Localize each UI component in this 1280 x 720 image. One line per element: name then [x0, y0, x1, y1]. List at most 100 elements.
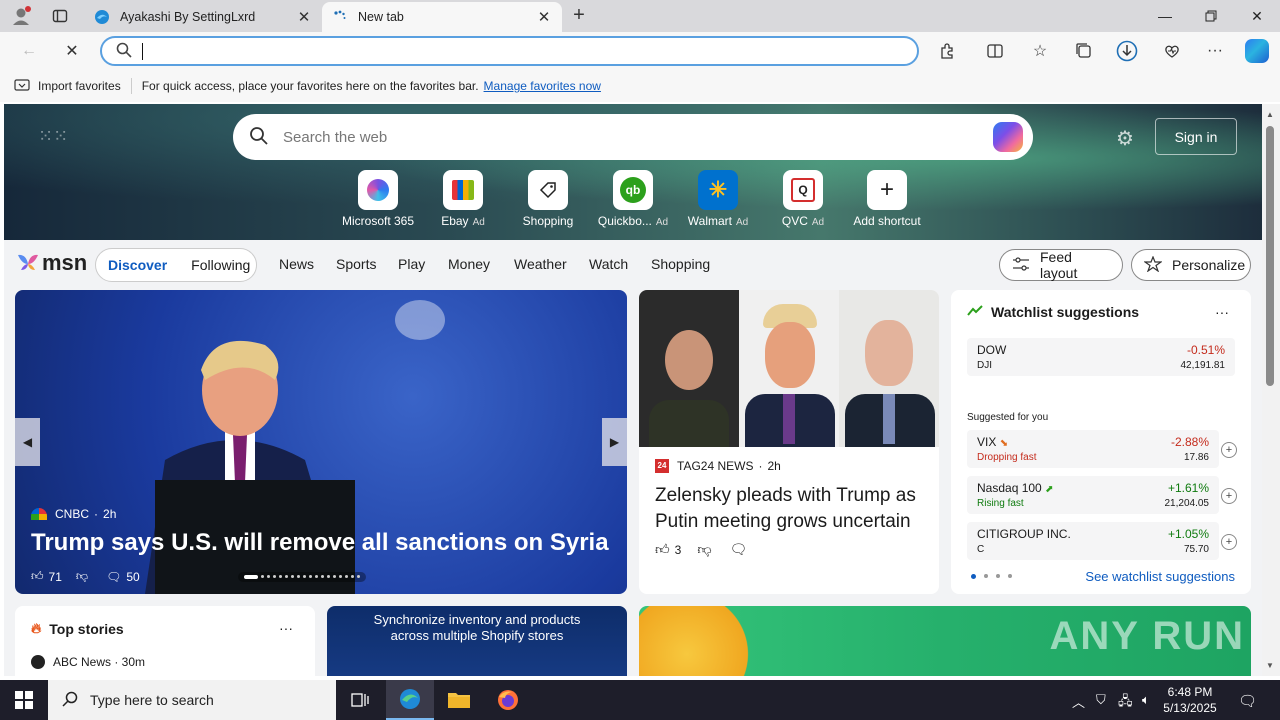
dislike-icon[interactable]: 👎︎: [76, 569, 88, 584]
web-search-box[interactable]: Search the web: [233, 114, 1033, 160]
shopify-ad-card[interactable]: Synchronize inventory and products acros…: [327, 606, 627, 676]
story-headline[interactable]: Zelensky pleads with Trump as Putin meet…: [655, 483, 923, 535]
security-icon[interactable]: ⛉: [1096, 692, 1106, 708]
nav-news[interactable]: News: [279, 256, 314, 272]
scrollbar-thumb[interactable]: [1266, 126, 1274, 386]
shortcut-walmart[interactable]: ✳ Walmart Ad: [676, 170, 760, 228]
stock-row-dow[interactable]: DOW DJI -0.51% 42,191.81: [967, 338, 1235, 376]
shortcut-quickbooks[interactable]: qb Quickbo... Ad: [591, 170, 675, 228]
minimize-button[interactable]: —: [1142, 0, 1188, 32]
split-screen-icon[interactable]: [982, 38, 1008, 64]
favorites-icon[interactable]: ☆: [1027, 38, 1053, 64]
personalize-button[interactable]: Personalize: [1131, 249, 1251, 281]
import-favorites-button[interactable]: Import favorites: [14, 78, 121, 95]
nav-sports[interactable]: Sports: [336, 256, 376, 272]
carousel-headline[interactable]: Trump says U.S. will remove all sanction…: [31, 529, 611, 557]
stock-row-citigroup[interactable]: CITIGROUP INC. C +1.05% 75.70 +: [967, 522, 1237, 560]
firefox-icon[interactable]: [484, 680, 532, 720]
address-bar[interactable]: [100, 36, 919, 66]
see-watchlist-link[interactable]: See watchlist suggestions: [1085, 569, 1235, 584]
watchlist-card: Watchlist suggestions ··· DOW DJI -0.51%…: [951, 290, 1251, 594]
network-icon[interactable]: 🖧︎: [1118, 692, 1133, 714]
stock-row-vix[interactable]: VIX ⬊ Dropping fast -2.88% 17.86 +: [967, 430, 1237, 468]
feed-layout-button[interactable]: Feed layout: [999, 249, 1123, 281]
tab-following[interactable]: Following: [179, 257, 262, 273]
close-window-button[interactable]: ✕: [1234, 0, 1280, 32]
watchlist-pager[interactable]: [971, 574, 1012, 579]
back-arrow-icon[interactable]: ←: [16, 38, 42, 64]
extensions-icon[interactable]: [934, 38, 960, 64]
copilot-icon[interactable]: [993, 122, 1023, 152]
tab-discover[interactable]: Discover: [96, 257, 179, 273]
add-to-watchlist-button[interactable]: +: [1221, 488, 1237, 504]
like-icon[interactable]: 👍︎: [655, 541, 670, 558]
walmart-icon: ✳: [698, 170, 738, 210]
dislike-icon[interactable]: 👎︎: [697, 541, 711, 558]
file-explorer-icon[interactable]: [435, 680, 483, 720]
more-options-icon[interactable]: ···: [1202, 38, 1228, 64]
show-hidden-icons-icon[interactable]: ︿: [1072, 692, 1085, 711]
page-scrollbar[interactable]: ▲ ▼: [1262, 104, 1280, 676]
news-card[interactable]: 24 TAG24 NEWS · 2h Zelensky pleads with …: [639, 290, 939, 594]
close-tab-icon[interactable]: ✕: [296, 8, 312, 26]
shortcut-shopping[interactable]: Shopping: [506, 170, 590, 228]
nav-shopping[interactable]: Shopping: [651, 256, 710, 272]
promo-ad-card[interactable]: ANY RUN: [639, 606, 1251, 676]
nav-weather[interactable]: Weather: [514, 256, 567, 272]
carousel-pager[interactable]: [237, 571, 366, 582]
shopping-tag-icon: [528, 170, 568, 210]
downloads-icon[interactable]: [1114, 38, 1140, 64]
restore-button[interactable]: [1188, 0, 1234, 32]
tab-actions-icon[interactable]: [52, 8, 68, 24]
task-view-icon[interactable]: [336, 680, 384, 720]
carousel-prev-button[interactable]: ◀: [15, 418, 40, 466]
shopify-ad-text: Synchronize inventory and products acros…: [373, 612, 581, 643]
add-to-watchlist-button[interactable]: +: [1221, 442, 1237, 458]
add-to-watchlist-button[interactable]: +: [1221, 534, 1237, 550]
app-launcher-icon[interactable]: ⁙⁙: [38, 126, 68, 147]
shortcut-ebay[interactable]: Ebay Ad: [421, 170, 505, 228]
edge-taskbar-icon[interactable]: [386, 680, 434, 720]
stock-symbol: C: [977, 544, 985, 555]
comment-icon[interactable]: 🗨︎: [106, 570, 121, 584]
browser-essentials-icon[interactable]: [1159, 38, 1185, 64]
settings-gear-icon[interactable]: ⚙: [1116, 126, 1134, 151]
msn-logo[interactable]: msn: [16, 250, 87, 276]
notifications-icon[interactable]: 🗨︎: [1238, 692, 1257, 710]
shortcut-qvc[interactable]: Q QVC Ad: [761, 170, 845, 228]
more-options-icon[interactable]: ···: [1215, 304, 1229, 320]
more-options-icon[interactable]: ···: [279, 620, 293, 636]
manage-favorites-link[interactable]: Manage favorites now: [484, 79, 601, 93]
profile-icon[interactable]: [10, 5, 32, 27]
nav-money[interactable]: Money: [448, 256, 490, 272]
like-icon[interactable]: 👍︎: [31, 569, 44, 584]
tab-new-tab[interactable]: New tab ✕: [322, 2, 562, 32]
rising-fast-icon: ⬈: [1045, 484, 1054, 495]
close-tab-icon[interactable]: ✕: [536, 8, 552, 26]
comment-icon[interactable]: 🗨︎: [730, 541, 748, 558]
suggested-label: Suggested for you: [967, 412, 1049, 423]
top-story-carousel[interactable]: ◀ ▶ CNBC · 2h Trump says U.S. will remov…: [15, 290, 627, 594]
shortcut-microsoft-365[interactable]: Microsoft 365: [336, 170, 420, 228]
new-tab-button[interactable]: +: [568, 5, 590, 27]
system-clock[interactable]: 6:48 PM 5/13/2025: [1160, 684, 1220, 716]
ebay-bag-icon: [443, 170, 483, 210]
collections-icon[interactable]: [1071, 38, 1097, 64]
sign-in-button[interactable]: Sign in: [1155, 118, 1237, 155]
nav-watch[interactable]: Watch: [589, 256, 628, 272]
stock-row-nasdaq[interactable]: Nasdaq 100 ⬈ Rising fast +1.61% 21,204.0…: [967, 476, 1237, 514]
promo-ad-image: [639, 606, 759, 676]
stock-change: +1.05%: [1167, 527, 1209, 541]
tab-ayakashi[interactable]: Ayakashi By SettingLxrd ✕: [84, 2, 322, 32]
nav-play[interactable]: Play: [398, 256, 425, 272]
volume-icon[interactable]: 🔈︎: [1142, 692, 1150, 708]
taskbar-search[interactable]: Type here to search: [48, 680, 336, 720]
scroll-up-icon[interactable]: ▲: [1266, 110, 1274, 119]
windows-start-button[interactable]: [0, 680, 48, 720]
portrait-image: [839, 290, 939, 447]
stop-loading-icon[interactable]: ✕: [59, 38, 85, 64]
copilot-icon[interactable]: [1244, 38, 1270, 64]
shortcut-add[interactable]: + Add shortcut: [845, 170, 929, 228]
carousel-next-button[interactable]: ▶: [602, 418, 627, 466]
scroll-down-icon[interactable]: ▼: [1266, 661, 1274, 670]
